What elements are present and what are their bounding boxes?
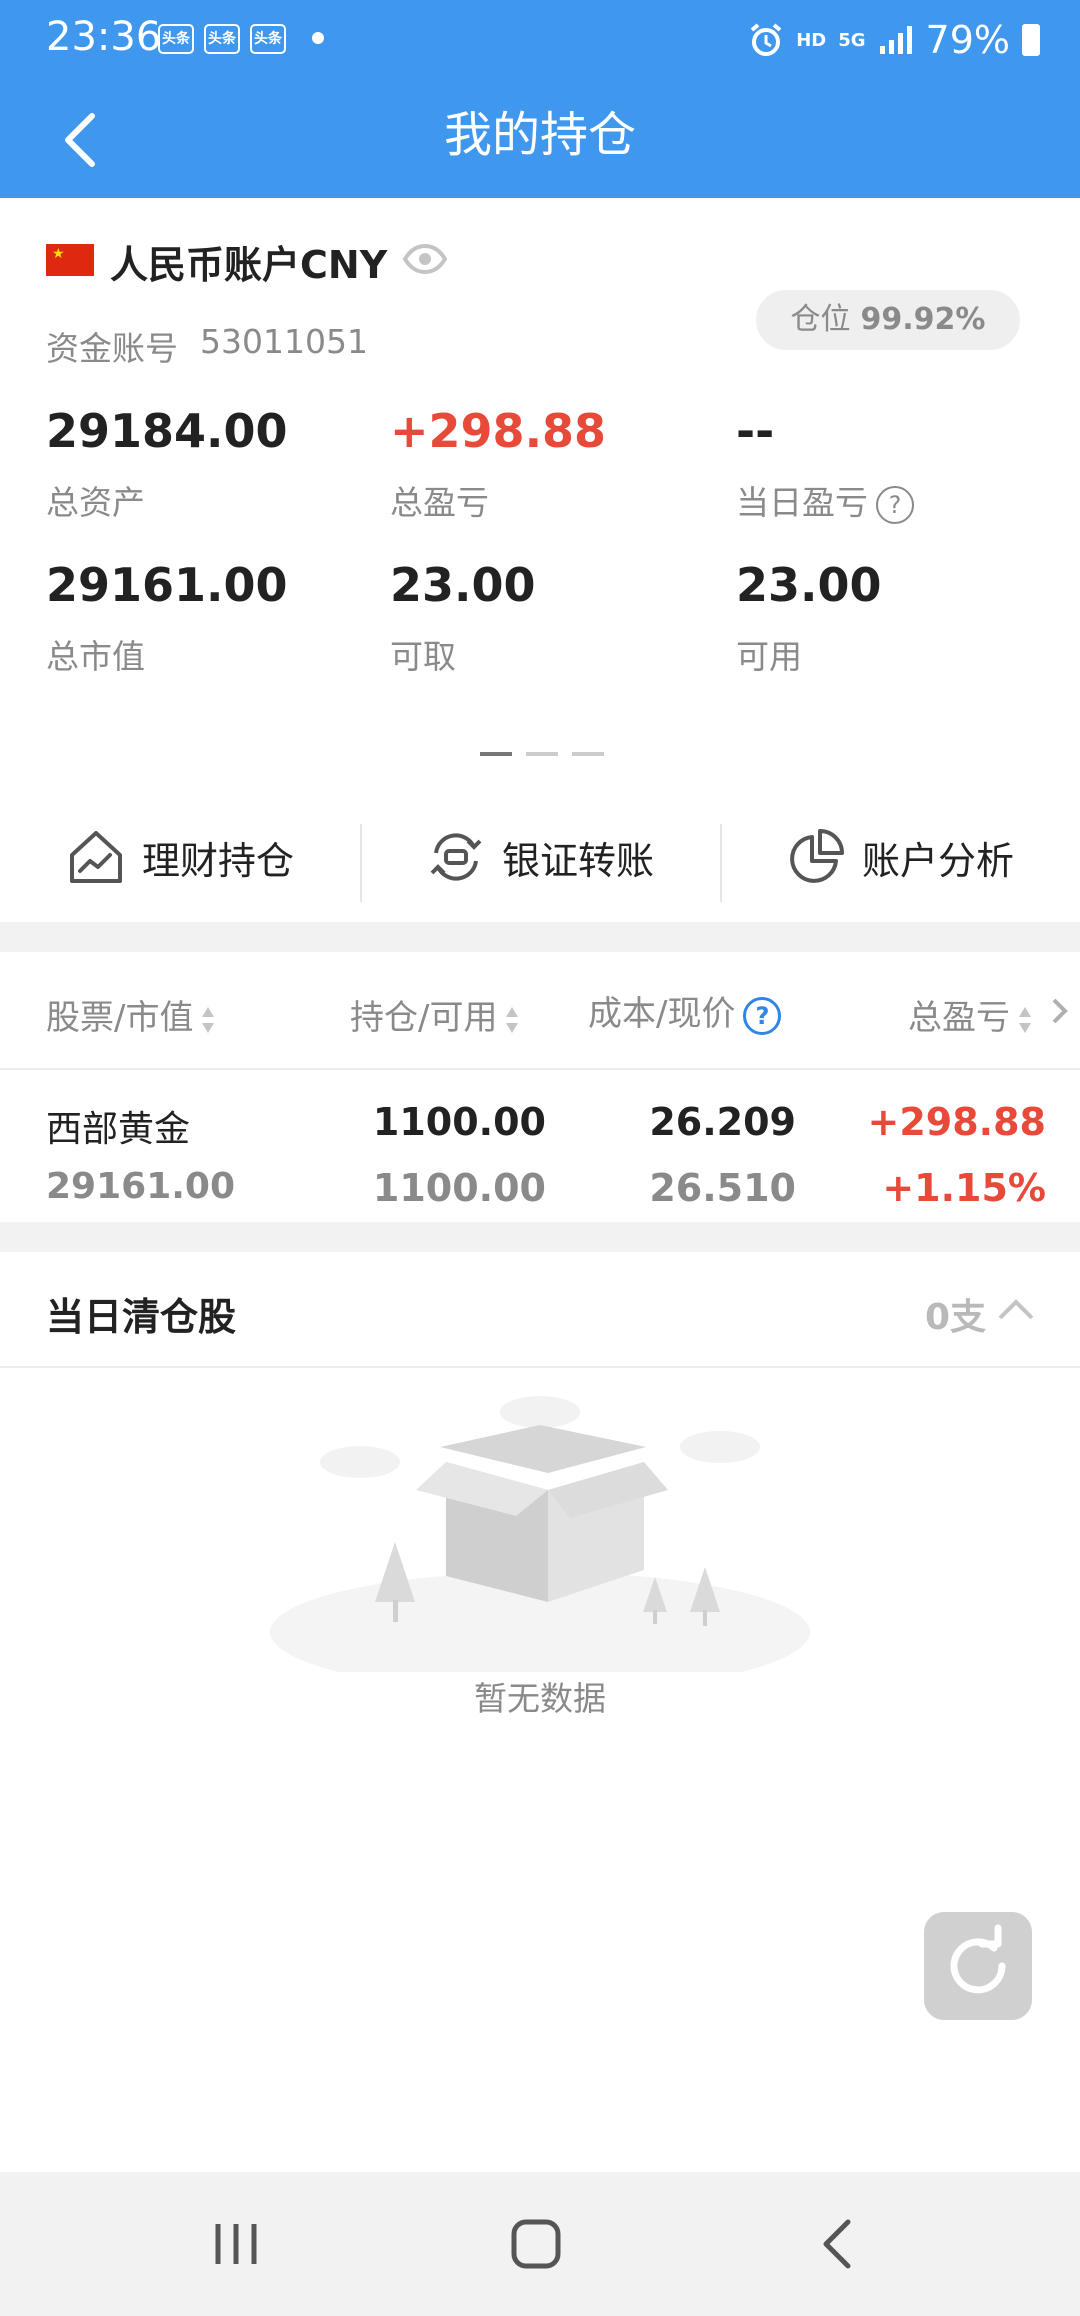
transfer-icon xyxy=(430,833,482,881)
col-total-pl[interactable]: 总盈亏 xyxy=(908,990,1032,1039)
system-nav-bar xyxy=(0,2172,1080,2316)
status-time: 23:36 xyxy=(46,14,162,60)
daily-pl-label-wrap: 当日盈亏? xyxy=(736,476,914,524)
news-app-icon: 头条 xyxy=(204,24,240,54)
holdings-table: 股票/市值 持仓/可用 成本/现价? 总盈亏 西部黄金 29161.00 110… xyxy=(0,952,1080,1222)
available-qty: 1100.00 xyxy=(372,1166,546,1210)
news-app-icon: 头条 xyxy=(158,24,194,54)
total-assets-label: 总资产 xyxy=(46,483,145,522)
daily-pl-label: 当日盈亏 xyxy=(736,483,868,522)
sort-icon xyxy=(202,1006,215,1033)
pie-chart-icon xyxy=(790,829,844,883)
col-cost-label: 成本/现价 xyxy=(588,994,736,1034)
page-indicator xyxy=(480,752,604,756)
page-dot xyxy=(480,752,512,756)
account-number-label: 资金账号 xyxy=(46,329,178,368)
china-flag-icon: ★ xyxy=(46,244,94,276)
sort-icon xyxy=(1019,1006,1031,1033)
col-position-label: 持仓/可用 xyxy=(350,998,498,1038)
battery-percent: 79% xyxy=(925,18,1010,62)
bank-transfer-button[interactable]: 银证转账 xyxy=(360,804,720,910)
news-app-icon: 头条 xyxy=(250,24,286,54)
cleared-stocks-section: 当日清仓股 0支 暂无数据 xyxy=(0,1252,1080,2172)
alarm-icon xyxy=(750,23,782,56)
stock-market-value: 29161.00 xyxy=(46,1166,236,1207)
current-price: 26.510 xyxy=(649,1166,796,1210)
eye-icon[interactable] xyxy=(402,244,448,274)
row-total-pl-pct: +1.15% xyxy=(882,1166,1046,1210)
metric-withdrawable: 23.00 可取 xyxy=(390,558,536,678)
available-label: 可用 xyxy=(736,637,802,676)
back-icon[interactable] xyxy=(810,2214,870,2274)
market-value-label: 总市值 xyxy=(46,637,145,676)
chevron-up-icon[interactable] xyxy=(996,1294,1036,1324)
metric-market-value: 29161.00 总市值 xyxy=(46,558,288,678)
page-title: 我的持仓 xyxy=(443,107,636,163)
withdrawable-value: 23.00 xyxy=(390,558,536,612)
wealth-holdings-label: 理财持仓 xyxy=(141,838,294,883)
cost-price: 26.209 xyxy=(649,1100,796,1144)
refresh-icon xyxy=(950,1924,1006,1994)
recent-apps-icon[interactable] xyxy=(206,2214,266,2274)
refresh-button[interactable] xyxy=(924,1912,1032,2020)
account-analysis-button[interactable]: 账户分析 xyxy=(720,804,1080,910)
app-header: 我的持仓 xyxy=(0,80,1080,198)
account-number: 53011051 xyxy=(200,322,368,361)
notification-dot-icon xyxy=(312,32,324,44)
chevron-right-icon[interactable] xyxy=(1050,996,1070,1026)
house-chart-icon xyxy=(69,831,122,883)
metric-total-assets: 29184.00 总资产 xyxy=(46,404,288,524)
battery-icon xyxy=(1022,24,1040,56)
status-bar: 23:36 头条 头条 头条 HD 5G 79% xyxy=(0,0,1080,80)
row-total-pl: +298.88 xyxy=(867,1100,1046,1144)
cleared-stocks-header[interactable]: 当日清仓股 0支 xyxy=(0,1252,1080,1368)
col-position-available[interactable]: 持仓/可用 xyxy=(350,990,519,1039)
col-stock-mv[interactable]: 股票/市值 xyxy=(46,990,215,1039)
total-assets-value: 29184.00 xyxy=(46,404,288,458)
sort-icon xyxy=(506,1006,519,1033)
position-ratio-badge: 仓位 99.92% xyxy=(756,290,1020,350)
col-cost-price[interactable]: 成本/现价? xyxy=(588,986,782,1035)
cleared-stocks-count: 0支 xyxy=(924,1297,986,1338)
metric-daily-pl: -- 当日盈亏? xyxy=(736,404,914,524)
total-pl-label: 总盈亏 xyxy=(390,483,489,522)
signal-icon xyxy=(879,26,912,54)
page-dot xyxy=(572,752,604,756)
metric-available: 23.00 可用 xyxy=(736,558,882,678)
network-indicator: 5G xyxy=(838,29,866,51)
hd-indicator: HD xyxy=(796,29,827,51)
system-indicators: HD 5G 79% xyxy=(748,14,1040,66)
stock-name: 西部黄金 xyxy=(46,1109,191,1150)
quick-actions: 理财持仓 银证转账 账户分析 xyxy=(0,804,1080,910)
account-title: 人民币账户CNY xyxy=(110,243,388,287)
holdings-table-header: 股票/市值 持仓/可用 成本/现价? 总盈亏 xyxy=(0,952,1080,1070)
home-icon[interactable] xyxy=(506,2214,566,2274)
empty-box-illustration xyxy=(270,1396,810,1672)
table-row[interactable]: 西部黄金 29161.00 1100.00 1100.00 26.209 26.… xyxy=(0,1070,1080,1220)
available-value: 23.00 xyxy=(736,558,882,612)
wealth-holdings-button[interactable]: 理财持仓 xyxy=(0,804,360,910)
col-total-pl-label: 总盈亏 xyxy=(908,998,1010,1038)
account-summary-card: ★ 人民币账户CNY 资金账号 53011051 仓位 99.92% 29184.… xyxy=(0,198,1080,922)
cleared-stocks-title: 当日清仓股 xyxy=(46,1295,237,1339)
position-label: 仓位 xyxy=(790,302,851,337)
bank-transfer-label: 银证转账 xyxy=(501,838,654,883)
market-value-value: 29161.00 xyxy=(46,558,288,612)
help-icon[interactable]: ? xyxy=(743,996,782,1035)
daily-pl-value: -- xyxy=(736,404,775,458)
metric-total-pl: +298.88 总盈亏 xyxy=(390,404,606,524)
withdrawable-label: 可取 xyxy=(390,637,456,676)
page-dot xyxy=(526,752,558,756)
position-value: 99.92% xyxy=(860,302,986,337)
total-pl-value: +298.88 xyxy=(390,404,607,458)
help-icon[interactable]: ? xyxy=(876,485,914,524)
col-stock-mv-label: 股票/市值 xyxy=(46,998,194,1038)
empty-state-text: 暂无数据 xyxy=(474,1679,606,1718)
position-qty: 1100.00 xyxy=(372,1100,546,1144)
account-analysis-label: 账户分析 xyxy=(861,838,1014,883)
